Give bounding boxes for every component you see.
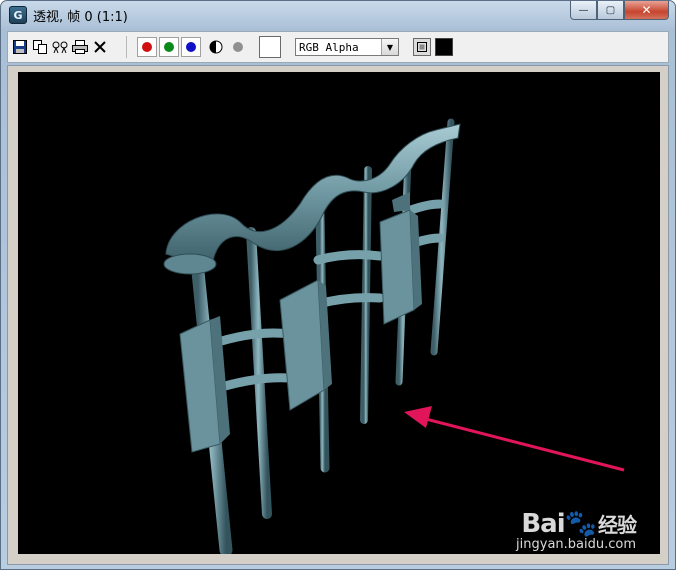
monochrome-icon[interactable] bbox=[209, 40, 223, 54]
render-frame-window: G 透视, 帧 0 (1:1) — ▢ ✕ RGB Alpha ▼ Bai🐾 经… bbox=[0, 0, 676, 570]
rendered-viewport: Bai🐾 经验 jingyan.baidu.com bbox=[18, 72, 660, 554]
display-mode-value: RGB Alpha bbox=[299, 40, 359, 54]
paw-icon: 🐾 bbox=[564, 509, 597, 539]
red-channel-toggle[interactable] bbox=[137, 37, 157, 57]
background-toggle-button[interactable] bbox=[435, 38, 453, 56]
app-icon: G bbox=[9, 6, 27, 24]
annotation-arrow bbox=[404, 406, 625, 472]
copy-icon[interactable] bbox=[32, 39, 48, 55]
red-dot-icon bbox=[142, 42, 152, 52]
display-mode-dropdown[interactable]: RGB Alpha ▼ bbox=[295, 38, 399, 56]
minimize-button[interactable]: — bbox=[570, 1, 597, 20]
window-title: 透视, 帧 0 (1:1) bbox=[33, 9, 128, 25]
title-bar[interactable]: G 透视, 帧 0 (1:1) — ▢ ✕ bbox=[1, 1, 675, 29]
color-swatch[interactable] bbox=[259, 36, 281, 58]
overlay-toggle-button[interactable] bbox=[413, 38, 431, 56]
blue-dot-icon bbox=[186, 42, 196, 52]
maximize-button[interactable]: ▢ bbox=[597, 1, 624, 20]
clone-icon[interactable] bbox=[52, 39, 68, 55]
save-icon[interactable] bbox=[12, 39, 28, 55]
watermark-logo: Bai bbox=[521, 509, 565, 539]
render-toolbar: RGB Alpha ▼ bbox=[7, 31, 669, 63]
chevron-down-icon[interactable]: ▼ bbox=[381, 39, 398, 55]
alpha-channel-icon[interactable] bbox=[233, 42, 243, 52]
blue-channel-toggle[interactable] bbox=[181, 37, 201, 57]
clear-icon[interactable] bbox=[92, 39, 108, 55]
watermark-url: jingyan.baidu.com bbox=[516, 537, 636, 552]
baidu-watermark: Bai🐾 经验 jingyan.baidu.com bbox=[516, 509, 637, 552]
green-dot-icon bbox=[164, 42, 174, 52]
watermark-suffix: 经验 bbox=[598, 513, 637, 537]
green-channel-toggle[interactable] bbox=[159, 37, 179, 57]
rendered-3d-model bbox=[163, 118, 625, 554]
print-icon[interactable] bbox=[72, 39, 88, 55]
close-button[interactable]: ✕ bbox=[624, 1, 669, 20]
viewport-frame: Bai🐾 经验 jingyan.baidu.com bbox=[7, 65, 669, 565]
toolbar-separator bbox=[126, 36, 127, 58]
